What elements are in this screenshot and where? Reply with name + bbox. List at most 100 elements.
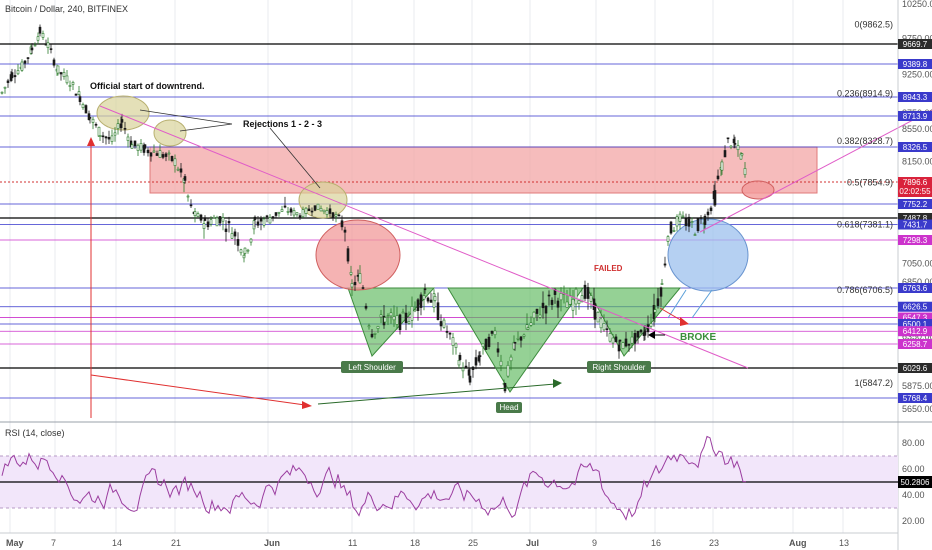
candle-body [136, 144, 140, 151]
candle-body [313, 205, 317, 211]
candle-body [30, 47, 34, 51]
candle-body [218, 216, 222, 224]
candle-body [253, 216, 257, 220]
candle-body [189, 204, 193, 207]
candle-body [298, 215, 302, 219]
candle-body [407, 321, 411, 324]
candle-body [16, 70, 20, 75]
candle-body [627, 343, 631, 346]
candle-body [280, 209, 284, 212]
chart-canvas[interactable]: Official start of downtrend. Rejections … [0, 0, 932, 550]
price-label: 6258.7 [903, 340, 928, 349]
time-tick-label: May [6, 538, 24, 548]
candle-body [493, 330, 497, 336]
price-label: 6412.9 [903, 327, 928, 336]
fib-level-label: 0.786(6706.5) [837, 285, 893, 295]
candle-body [541, 302, 545, 309]
candle-body [236, 239, 240, 246]
time-tick-label: Jul [526, 538, 539, 548]
candle-body [249, 238, 253, 243]
time-tick-label: 16 [651, 538, 661, 548]
candle-body [499, 360, 503, 366]
candle-body [23, 60, 27, 64]
candle-body [277, 211, 281, 214]
candle-body [506, 364, 510, 377]
candle-body [38, 26, 42, 34]
rsi-current-value: 50.2806 [901, 478, 930, 487]
candle-body [693, 234, 697, 236]
fib-level-label: 0.618(7381.1) [837, 219, 893, 229]
candle-body [392, 316, 396, 321]
candle-body [605, 328, 609, 331]
candle-body [224, 228, 228, 232]
candle-body [577, 300, 581, 304]
candle-body [519, 336, 523, 341]
candle-body [143, 144, 147, 149]
candle-body [49, 48, 53, 50]
candle-body [643, 330, 647, 336]
candle-body [123, 127, 127, 130]
candle-body [716, 175, 720, 180]
candle-body [246, 249, 250, 252]
candle-body [26, 57, 30, 59]
candle-body [419, 294, 423, 308]
candle-body [617, 344, 621, 352]
candle-body [636, 330, 640, 338]
candle-body [464, 365, 468, 368]
candle-body [176, 168, 180, 171]
candle-body [733, 143, 737, 145]
fib-level-label: 0.382(8328.7) [837, 136, 893, 146]
countdown-label: 02:02:55 [899, 187, 931, 196]
rsi-tick-label: 20.00 [902, 516, 925, 526]
candle-body [675, 216, 679, 227]
candle-body [94, 123, 98, 126]
candle-body [74, 93, 78, 96]
candle-body [20, 61, 24, 71]
time-tick-label: 21 [171, 538, 181, 548]
candle-body [3, 86, 7, 89]
candle-body [696, 218, 700, 232]
candle-body [503, 382, 507, 392]
candle-body [404, 312, 408, 324]
rejections-annotation: Rejections 1 - 2 - 3 [243, 119, 322, 129]
left-shoulder-label: Left Shoulder [348, 363, 396, 372]
candle-body [490, 330, 494, 334]
candle-body [367, 325, 371, 328]
candle-body [699, 217, 703, 219]
candle-body [559, 293, 563, 301]
candle-body [687, 216, 691, 227]
candle-body [206, 221, 210, 228]
candle-body [301, 209, 305, 218]
candle-body [13, 75, 17, 78]
candle-body [68, 84, 72, 87]
candle-body [265, 215, 269, 218]
candle-body [395, 315, 399, 325]
candle-body [183, 176, 187, 181]
candle-body [422, 295, 426, 300]
candle-body [454, 343, 458, 348]
candle-body [448, 332, 452, 335]
candle-body [158, 150, 162, 158]
candle-body [729, 145, 733, 148]
candle-body [130, 144, 134, 149]
price-tick-label: 7050.00 [902, 258, 932, 268]
candle-body [602, 323, 606, 331]
candle-body [478, 355, 482, 358]
candle-body [571, 299, 575, 311]
candle-body [436, 302, 440, 320]
candle-body [684, 218, 688, 227]
candle-body [133, 140, 137, 147]
candle-body [410, 306, 414, 321]
time-tick-label: 25 [468, 538, 478, 548]
candle-body [215, 217, 219, 227]
candle-body [736, 145, 740, 151]
time-tick-label: 18 [410, 538, 420, 548]
candle-body [149, 152, 153, 157]
candle-body [295, 212, 299, 216]
candle-body [376, 326, 380, 329]
candle-body [621, 342, 625, 349]
candle-body [199, 214, 203, 221]
chart-title: Bitcoin / Dollar, 240, BITFINEX [5, 4, 128, 14]
candle-body [535, 308, 539, 314]
candle-body [10, 72, 14, 79]
